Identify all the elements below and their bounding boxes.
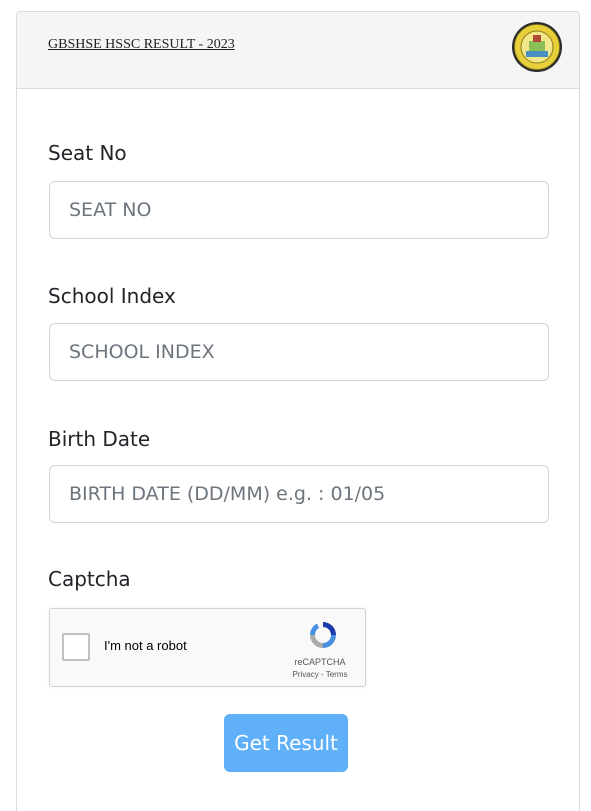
birth-date-input[interactable]	[49, 465, 549, 523]
recaptcha-logo-icon	[310, 622, 336, 648]
recaptcha-privacy-terms-link[interactable]: Privacy - Terms	[280, 670, 360, 679]
result-form-card: GBSHSE HSSC RESULT - 2023 Seat No School…	[16, 11, 580, 811]
page-title: GBSHSE HSSC RESULT - 2023	[48, 37, 235, 52]
seat-no-label: Seat No	[48, 141, 127, 165]
card-header: GBSHSE HSSC RESULT - 2023	[17, 12, 579, 89]
get-result-button[interactable]: Get Result	[224, 714, 348, 772]
recaptcha-widget: I'm not a robot reCAPTCHA Privacy - Term…	[49, 608, 366, 687]
school-index-input[interactable]	[49, 323, 549, 381]
school-index-label: School Index	[48, 284, 176, 308]
captcha-label: Captcha	[48, 567, 131, 591]
birth-date-label: Birth Date	[48, 427, 151, 451]
seat-no-input[interactable]	[49, 181, 549, 239]
gbshse-seal-icon	[512, 22, 562, 72]
recaptcha-checkbox-label: I'm not a robot	[104, 638, 187, 653]
recaptcha-checkbox[interactable]	[62, 633, 90, 661]
recaptcha-brand: reCAPTCHA	[294, 657, 346, 667]
